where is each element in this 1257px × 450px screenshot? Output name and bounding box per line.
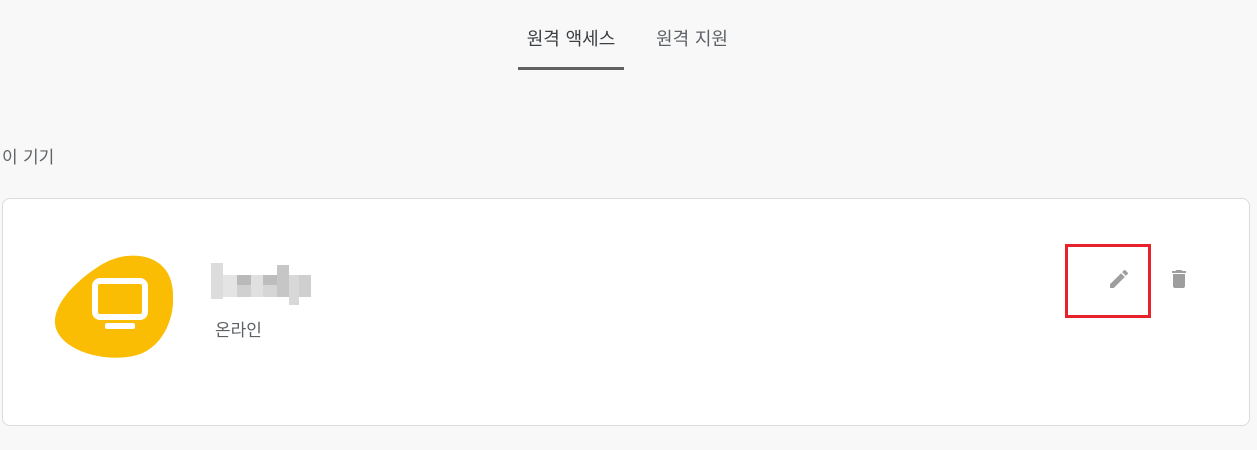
device-card: 온라인 xyxy=(2,198,1250,426)
trash-icon xyxy=(1172,270,1186,288)
monitor-icon xyxy=(54,255,174,358)
device-status: 온라인 xyxy=(215,321,262,341)
edit-device-button[interactable] xyxy=(1099,259,1139,299)
tab-remote-access-label: 원격 액세스 xyxy=(526,29,616,50)
device-avatar xyxy=(53,251,174,359)
delete-device-button[interactable] xyxy=(1159,259,1199,299)
pencil-icon xyxy=(1110,269,1129,288)
tab-remote-support[interactable]: 원격 지원 xyxy=(650,22,734,70)
tab-remote-access[interactable]: 원격 액세스 xyxy=(518,22,624,70)
remote-desktop-page: 원격 액세스 원격 지원 이 기기 온라인 xyxy=(0,0,1257,450)
section-heading-this-device: 이 기기 xyxy=(2,148,55,168)
active-tab-indicator xyxy=(518,67,624,70)
tab-remote-support-label: 원격 지원 xyxy=(656,29,728,50)
tab-bar: 원격 액세스 원격 지원 xyxy=(0,22,1257,70)
device-name-redacted xyxy=(211,261,311,305)
